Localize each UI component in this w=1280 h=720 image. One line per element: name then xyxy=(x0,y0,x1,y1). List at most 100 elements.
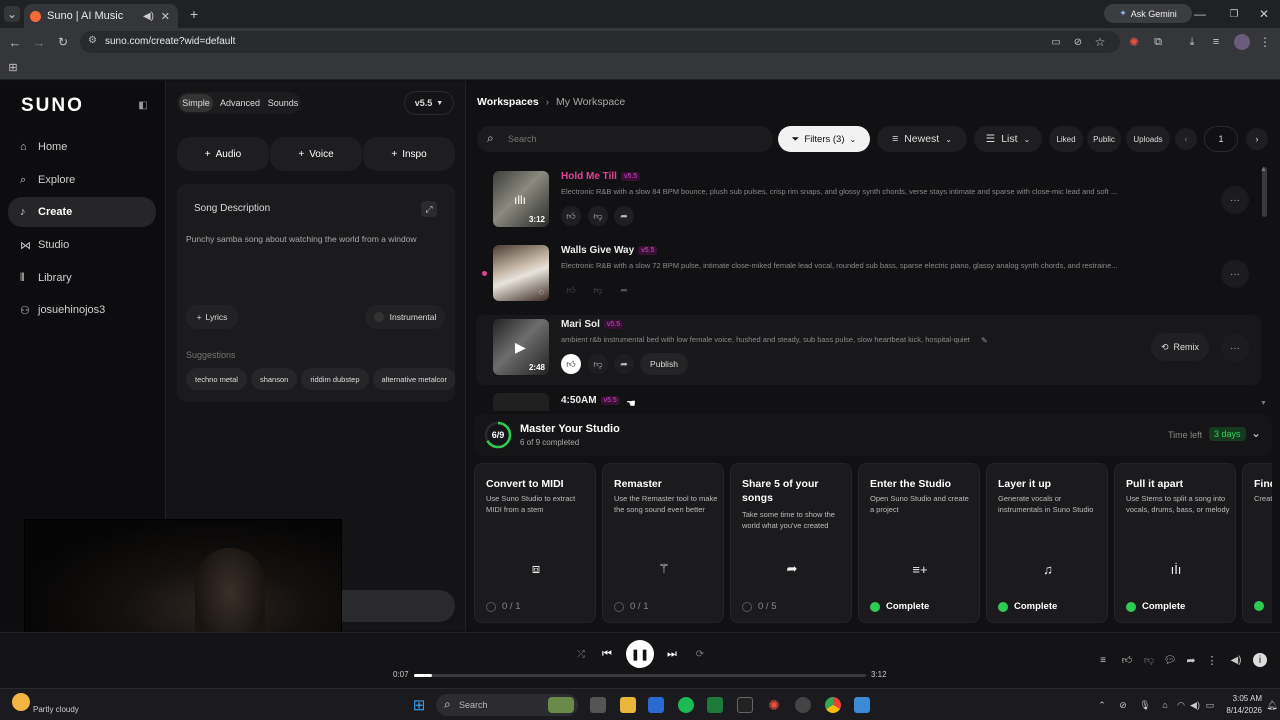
repeat-icon[interactable]: ⟳ xyxy=(693,647,707,661)
close-window-icon[interactable]: ✕ xyxy=(1254,6,1274,22)
pause-button[interactable]: ❚❚ xyxy=(626,640,654,668)
scroll-down-icon[interactable]: ▼ xyxy=(1260,400,1267,407)
clock-time[interactable]: 3:05 AM xyxy=(1222,694,1262,703)
file-explorer-icon[interactable] xyxy=(620,697,636,713)
task-card-remaster[interactable]: Remaster Use the Remaster tool to make t… xyxy=(602,463,724,623)
more-options-icon[interactable]: ··· xyxy=(1221,334,1249,362)
ask-gemini-button[interactable]: ✦ Ask Gemini xyxy=(1104,4,1192,23)
song-title[interactable]: Hold Me Till v5.5 xyxy=(561,171,641,182)
task-card-share-songs[interactable]: Share 5 of your songs Take some time to … xyxy=(730,463,852,623)
remix-button[interactable]: ⟲ Remix xyxy=(1151,333,1209,361)
sidebar-item-studio[interactable]: ⋈ Studio xyxy=(8,230,156,260)
cast-icon[interactable]: ▭ xyxy=(1048,34,1064,50)
dislike-icon[interactable]: 👎︎ xyxy=(1142,653,1156,667)
add-inspo-button[interactable]: + Inspo xyxy=(363,137,455,171)
weather-text[interactable]: Partly cloudy xyxy=(33,705,79,714)
queue-icon[interactable]: ≡ xyxy=(1096,653,1110,667)
sort-select[interactable]: ≡ Newest ⌄ xyxy=(877,126,967,152)
lyrics-button[interactable]: + Lyrics xyxy=(186,305,238,329)
wifi-icon[interactable]: ◠ xyxy=(1174,698,1188,712)
store-icon[interactable] xyxy=(648,697,664,713)
song-row[interactable]: ◌ Walls Give Way v5.5 Electronic R&B with… xyxy=(476,241,1261,311)
bookmark-star-icon[interactable]: ☆ xyxy=(1092,34,1108,50)
liked-toggle[interactable]: Liked xyxy=(1049,126,1083,152)
song-row[interactable]: 4:50AM v5.5 ☚ xyxy=(476,389,1261,411)
profile-avatar[interactable] xyxy=(1234,34,1250,50)
download-icon[interactable]: ⤓ xyxy=(1184,34,1200,50)
github-icon[interactable] xyxy=(795,697,811,713)
uploads-toggle[interactable]: Uploads xyxy=(1126,126,1170,152)
volume-icon[interactable]: ◀) xyxy=(1229,653,1243,667)
chrome-icon[interactable] xyxy=(825,697,841,713)
sidebar-item-create[interactable]: ♪ Create xyxy=(8,197,156,227)
dislike-icon[interactable]: 👎︎ xyxy=(588,206,608,226)
sidebar-item-library[interactable]: ⫴ Library xyxy=(8,263,156,293)
minimize-icon[interactable]: — xyxy=(1190,6,1210,22)
spotify-icon[interactable] xyxy=(678,697,694,713)
share-icon[interactable]: ➦ xyxy=(614,206,634,226)
instrumental-toggle[interactable]: Instrumental xyxy=(365,305,445,329)
task-card-enter-studio[interactable]: Enter the Studio Open Suno Studio and cr… xyxy=(858,463,980,623)
chevron-down-icon[interactable]: ⌄ xyxy=(1251,426,1261,440)
maximize-icon[interactable]: ❐ xyxy=(1224,6,1244,22)
mode-advanced-tab[interactable]: Advanced xyxy=(216,94,264,112)
share-icon[interactable]: ➦ xyxy=(1184,653,1198,667)
comment-icon[interactable]: 💬︎ xyxy=(1163,653,1177,667)
song-cover[interactable]: ıllı 3:12 xyxy=(493,171,549,227)
view-select[interactable]: ☰ List ⌄ xyxy=(974,126,1042,152)
tray-app-icon[interactable]: ⊘ xyxy=(1116,698,1130,712)
add-voice-button[interactable]: + Voice xyxy=(270,137,362,171)
mode-simple-tab[interactable]: Simple xyxy=(179,94,213,112)
song-list-scrollbar[interactable] xyxy=(1262,167,1267,217)
more-options-icon[interactable]: ··· xyxy=(1221,186,1249,214)
share-icon[interactable]: ➦ xyxy=(614,354,634,374)
network-icon[interactable]: ⌂ xyxy=(1158,698,1172,712)
site-info-icon[interactable]: ⚙ xyxy=(88,35,97,46)
reload-icon[interactable]: ↻ xyxy=(54,34,72,50)
publish-button[interactable]: Publish xyxy=(640,353,688,375)
back-icon[interactable]: ← xyxy=(6,34,24,50)
song-cover[interactable]: ◌ xyxy=(493,245,549,301)
info-icon[interactable]: i xyxy=(1253,653,1267,667)
song-row[interactable]: ıllı 3:12 Hold Me Till v5.5 Electronic R&… xyxy=(476,167,1261,237)
dislike-icon[interactable]: 👎︎ xyxy=(588,280,608,300)
notification-bell-icon[interactable]: 🔔︎ xyxy=(1266,698,1278,712)
clock-date[interactable]: 8/14/2026 xyxy=(1214,706,1262,715)
filters-button[interactable]: ⏷ Filters (3) ⌄ xyxy=(778,126,870,152)
sidebar-item-home[interactable]: ⌂ Home xyxy=(8,132,156,162)
like-icon[interactable]: 👍︎ xyxy=(1120,653,1134,667)
media-controls-icon[interactable]: ≡ xyxy=(1208,34,1224,50)
share-icon[interactable]: ➦ xyxy=(614,280,634,300)
task-view-icon[interactable] xyxy=(590,697,606,713)
version-select[interactable]: v5.5 ▼ xyxy=(404,91,454,115)
song-title[interactable]: Mari Sol v5.5 xyxy=(561,319,624,330)
address-bar[interactable]: ⚙ suno.com/create?wid=default xyxy=(80,31,1120,53)
tab-list-icon[interactable]: ⌄ xyxy=(4,6,20,22)
windows-start-icon[interactable]: ⊞ xyxy=(410,696,428,714)
microphone-icon[interactable]: 🎙︎ xyxy=(1138,698,1152,712)
previous-icon[interactable]: ⏮ xyxy=(600,647,614,661)
weather-icon[interactable] xyxy=(12,693,30,711)
task-card-layer-it-up[interactable]: Layer it up Generate vocals or instrumen… xyxy=(986,463,1108,623)
suggestion-chip[interactable]: techno metal xyxy=(186,368,247,390)
extension-icon[interactable]: ✺ xyxy=(1126,34,1142,50)
volume-icon[interactable]: ◀) xyxy=(1188,698,1202,712)
like-icon[interactable]: 👍︎ xyxy=(561,206,581,226)
sidebar-item-explore[interactable]: ⌕ Explore xyxy=(8,165,156,195)
song-title[interactable]: 4:50AM v5.5 xyxy=(561,395,620,406)
song-row[interactable]: ▶ 2:48 Mari Sol v5.5 ambient r&b instrume… xyxy=(476,315,1261,385)
play-icon[interactable]: ▶ xyxy=(515,339,526,356)
like-icon[interactable]: 👍︎ xyxy=(561,280,581,300)
mode-sounds-tab[interactable]: Sounds xyxy=(265,94,301,112)
forward-icon[interactable]: → xyxy=(30,34,48,50)
search-input[interactable]: ⌕ Search xyxy=(477,126,773,152)
edit-pencil-icon[interactable]: ✎ xyxy=(981,336,988,345)
chrome-menu-icon[interactable]: ⋮ xyxy=(1258,34,1272,50)
shuffle-icon[interactable]: ⤮ xyxy=(574,647,588,661)
audio-playing-icon[interactable]: ◀) xyxy=(143,11,154,22)
collapse-sidebar-icon[interactable]: ◧ xyxy=(136,98,150,112)
seek-bar[interactable] xyxy=(414,674,866,677)
like-icon[interactable]: 👍︎ xyxy=(561,354,581,374)
public-toggle[interactable]: Public xyxy=(1087,126,1121,152)
song-cover[interactable]: ▶ 2:48 xyxy=(493,319,549,375)
